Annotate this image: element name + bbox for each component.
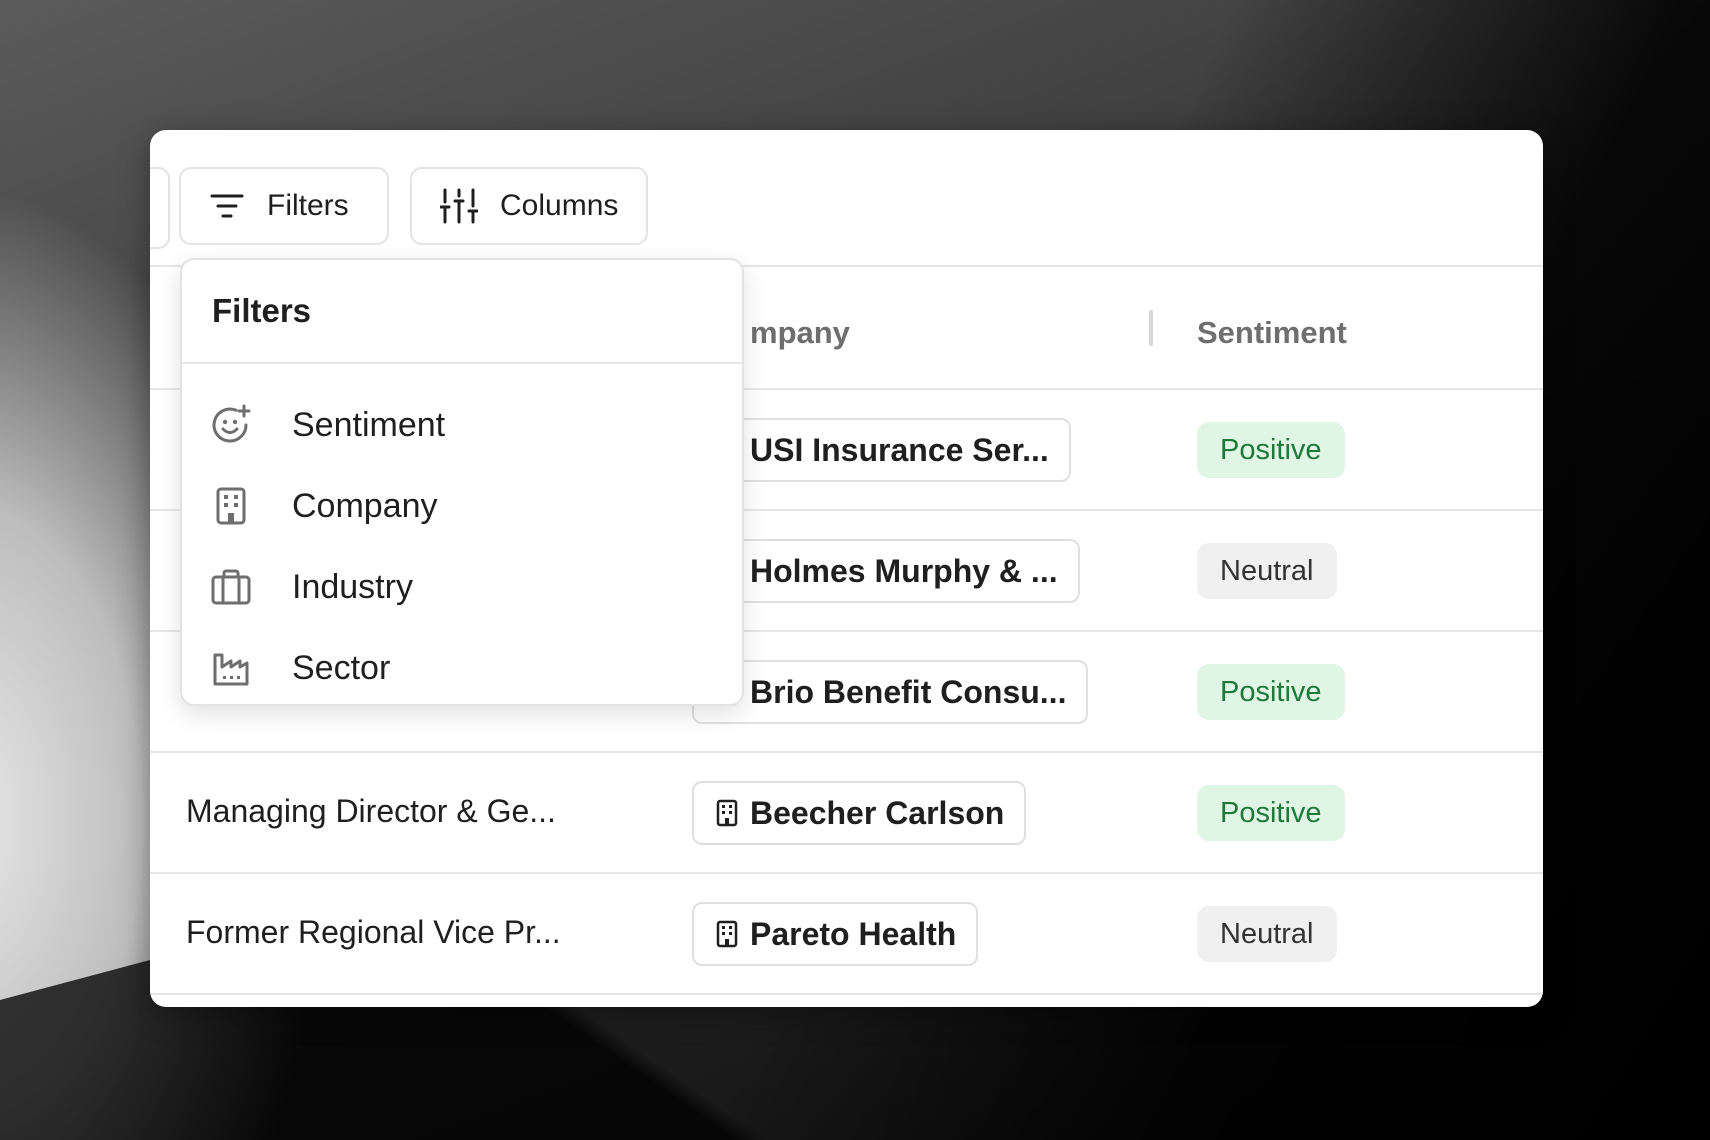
partial-toolbar-button[interactable] — [150, 167, 170, 249]
job-title-cell: Managing Director & Ge... — [186, 793, 556, 829]
column-header-company[interactable]: mpany — [750, 315, 850, 351]
divider — [182, 362, 742, 364]
filter-option-label: Sentiment — [292, 405, 446, 444]
sentiment-badge: Positive — [1197, 664, 1345, 720]
columns-button-label: Columns — [500, 189, 619, 222]
column-resize-handle[interactable] — [1149, 310, 1153, 346]
company-chip[interactable]: Pareto Health — [692, 902, 979, 966]
smiley-plus-icon — [210, 404, 252, 446]
toolbar: Filters Columns — [150, 130, 1543, 267]
table-row[interactable]: Managing Director & Ge... Beecher Carlso… — [150, 753, 1543, 874]
company-name: Pareto Health — [750, 915, 957, 952]
filters-button-label: Filters — [267, 189, 349, 222]
building-icon — [210, 485, 252, 527]
job-title-cell: Former Regional Vice Pr... — [186, 914, 561, 950]
table-row[interactable]: Former Regional Vice Pr... Pareto Health… — [150, 874, 1543, 995]
filter-option-sector[interactable]: Sector — [182, 633, 742, 703]
filter-option-label: Company — [292, 486, 438, 525]
filter-option-label: Industry — [292, 567, 413, 606]
filter-option-label: Sector — [292, 648, 391, 687]
filters-dropdown-title: Filters — [212, 292, 312, 329]
columns-button[interactable]: Columns — [410, 167, 648, 245]
filter-lines-icon — [209, 191, 245, 221]
company-name: USI Insurance Ser... — [750, 431, 1049, 468]
table-panel: Filters Columns mpany Sentiment USI Insu… — [150, 130, 1543, 1007]
building-icon — [716, 920, 738, 948]
sentiment-badge: Neutral — [1197, 543, 1337, 599]
filter-option-company[interactable]: Company — [182, 471, 742, 541]
briefcase-icon — [210, 566, 252, 608]
filter-option-sentiment[interactable]: Sentiment — [182, 390, 742, 460]
factory-icon — [210, 647, 252, 689]
company-name: Beecher Carlson — [750, 794, 1005, 831]
filter-option-industry[interactable]: Industry — [182, 552, 742, 622]
building-icon — [716, 799, 738, 827]
filters-dropdown: Filters Sentiment Company Industry Secto… — [180, 258, 744, 706]
company-chip[interactable]: USI Insurance Ser... — [692, 418, 1071, 482]
column-header-sentiment[interactable]: Sentiment — [1197, 315, 1347, 351]
company-chip[interactable]: Brio Benefit Consu... — [692, 660, 1089, 724]
sliders-icon — [440, 188, 478, 224]
company-name: Holmes Murphy & ... — [750, 552, 1058, 589]
filters-button[interactable]: Filters — [179, 167, 389, 245]
company-chip[interactable]: Holmes Murphy & ... — [692, 539, 1080, 603]
company-chip[interactable]: Beecher Carlson — [692, 781, 1027, 845]
sentiment-badge: Positive — [1197, 422, 1345, 478]
company-name: Brio Benefit Consu... — [750, 673, 1067, 710]
sentiment-badge: Positive — [1197, 785, 1345, 841]
sentiment-badge: Neutral — [1197, 906, 1337, 962]
